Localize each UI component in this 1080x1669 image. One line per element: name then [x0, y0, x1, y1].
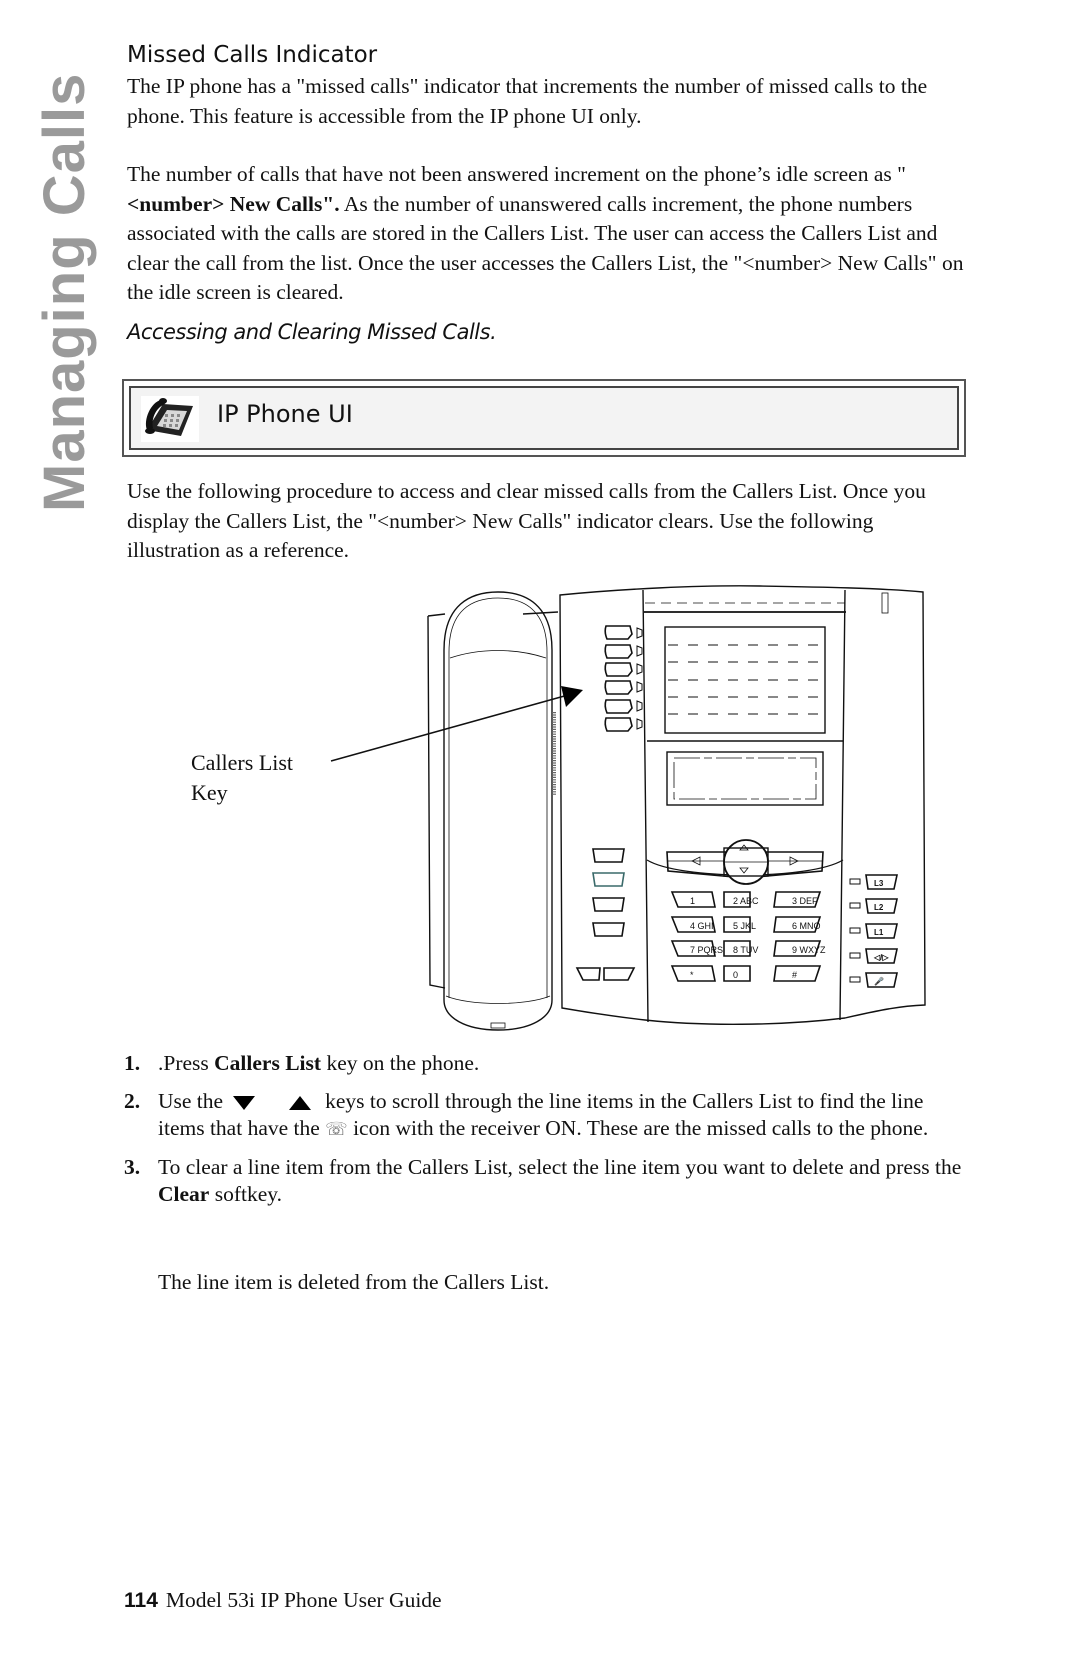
step-text: To clear a line item from the Callers Li…: [158, 1155, 962, 1179]
line-key-label: L2: [874, 903, 884, 912]
dial-key-label: 9 WXYZ: [792, 945, 826, 955]
procedure-steps: 1. .Press Callers List key on the phone.…: [124, 1050, 964, 1219]
line-key-label: ◁/▷: [873, 953, 889, 962]
page-number: 114: [124, 1589, 158, 1612]
handset: [443, 591, 553, 1031]
dial-key-label: *: [690, 970, 694, 980]
line-key-label: L3: [874, 879, 884, 888]
line-key-label: L1: [874, 928, 884, 937]
callers-list-key: [604, 680, 633, 695]
dial-key-label: #: [792, 970, 797, 980]
function-keys: [575, 848, 636, 981]
dial-key-label: 6 MNO: [792, 921, 821, 931]
handset-cradle: [427, 611, 559, 989]
step-1: 1. .Press Callers List key on the phone.: [124, 1050, 964, 1077]
clear-softkey-emphasis: Clear: [158, 1182, 210, 1206]
step-text: .Press: [158, 1051, 215, 1075]
dial-key-label: 4 GHI: [690, 921, 714, 931]
step-number: 1.: [124, 1051, 141, 1075]
line-key-label: 🎤: [874, 976, 884, 986]
dial-key-label: 0: [733, 970, 738, 980]
step-text: key on the phone.: [321, 1051, 480, 1075]
callout-arrow-line: [330, 694, 569, 762]
dial-key-label: 7 PQRS: [690, 945, 723, 955]
guide-title: Model 53i IP Phone User Guide: [165, 1588, 442, 1612]
dial-key-label: 5 JKL: [733, 921, 756, 931]
step-text: softkey.: [209, 1182, 282, 1206]
dial-key-label: 8 TUV: [733, 945, 758, 955]
lower-display: [666, 751, 824, 806]
step-2: 2. Use the keys to scroll through the lin…: [124, 1088, 964, 1143]
step-3: 3. To clear a line item from the Callers…: [124, 1154, 964, 1208]
phone-illustration: 1 2 ABC 3 DEF 4 GHI 5 JKL 6 MNO 7 PQRS 8 TUV 9 W…: [330, 585, 926, 1031]
page-footer: 114 Model 53i IP Phone User Guide: [124, 1588, 442, 1613]
step-text: Use the: [158, 1089, 224, 1113]
step-number: 2.: [124, 1089, 141, 1113]
step-number: 3.: [124, 1155, 141, 1179]
callout-arrowhead: [561, 686, 583, 707]
up-arrow-icon: [289, 1096, 312, 1111]
step-text: icon with the receiver ON. These are the…: [347, 1116, 929, 1140]
step-result: The line item is deleted from the Caller…: [158, 1270, 550, 1294]
dial-key-label: 2 ABC: [733, 896, 759, 906]
dial-key-label: 1: [690, 896, 695, 906]
callers-list-emphasis: Callers List: [214, 1051, 322, 1075]
programmable-keys: [604, 625, 633, 732]
dial-key-label: 3 DEF: [792, 896, 818, 906]
phone-receiver-icon: ☏: [325, 1119, 348, 1139]
down-arrow-icon: [233, 1096, 256, 1111]
